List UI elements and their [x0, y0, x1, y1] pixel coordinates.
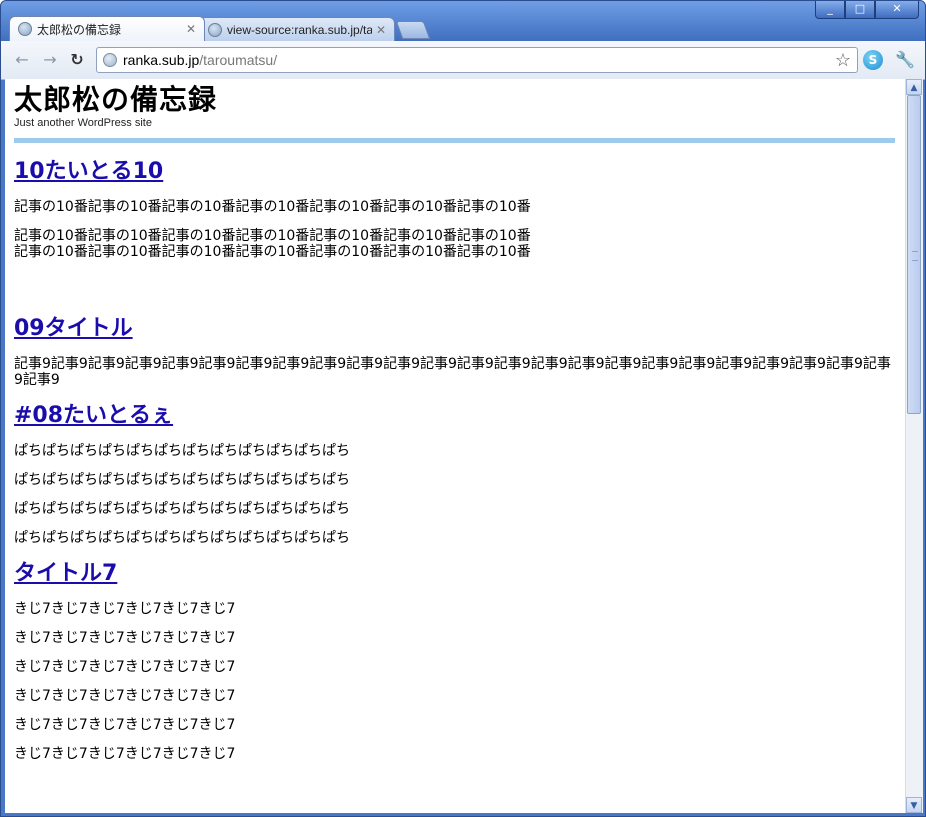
forward-arrow-icon[interactable]: →: [41, 51, 59, 69]
scroll-up-arrow-icon[interactable]: ▲: [906, 79, 922, 95]
site-title[interactable]: 太郎松の備忘録: [14, 83, 895, 117]
post-paragraph: きじ7きじ7きじ7きじ7きじ7きじ7: [14, 659, 236, 675]
site-description: Just another WordPress site: [14, 117, 152, 129]
wrench-menu-icon[interactable]: 🔧: [895, 50, 915, 70]
thumb-grip: [912, 251, 918, 261]
post-title-link[interactable]: 10たいとる10: [14, 159, 163, 184]
post-paragraph: ぱちぱちぱちぱちぱちぱちぱちぱちぱちぱちぱちぱち: [14, 501, 350, 517]
post-title: 10たいとる10: [14, 157, 895, 187]
scroll-thumb[interactable]: [907, 95, 921, 414]
bookmark-star-icon[interactable]: ☆: [835, 50, 851, 71]
post-title-link[interactable]: タイトル7: [14, 561, 117, 586]
post-title: #08たいとるぇ: [14, 401, 895, 431]
globe-icon: [18, 22, 32, 36]
post-title: タイトル7: [14, 559, 895, 589]
post-paragraph: ぱちぱちぱちぱちぱちぱちぱちぱちぱちぱちぱちぱち: [14, 530, 350, 546]
skype-extension-icon[interactable]: S: [863, 50, 883, 70]
globe-icon: [208, 22, 222, 37]
post-title: 09タイトル: [14, 314, 895, 344]
new-tab-button[interactable]: [395, 21, 431, 39]
url-path: /taroumatsu/: [199, 52, 278, 68]
title-bar: _ □ ✕ 太郎松の備忘録 ✕ view-source:ranka.sub.jp…: [1, 1, 925, 41]
post-07: タイトル7 きじ7きじ7きじ7きじ7きじ7きじ7 きじ7きじ7きじ7きじ7きじ7…: [14, 559, 895, 762]
post-10: 10たいとる10 記事の10番記事の10番記事の10番記事の10番記事の10番記…: [14, 157, 895, 260]
tab-close-icon[interactable]: ✕: [376, 23, 386, 37]
tab-view-source[interactable]: view-source:ranka.sub.jp/taro ✕: [199, 17, 395, 41]
page-viewport: 太郎松の備忘録 Just another WordPress site 10たい…: [5, 79, 905, 813]
post-paragraph: きじ7きじ7きじ7きじ7きじ7きじ7: [14, 601, 236, 617]
browser-window: _ □ ✕ 太郎松の備忘録 ✕ view-source:ranka.sub.jp…: [0, 0, 926, 817]
post-paragraph: 記事の10番記事の10番記事の10番記事の10番記事の10番記事の10番記事の1…: [14, 199, 531, 215]
page-content: 太郎松の備忘録 Just another WordPress site 10たい…: [5, 79, 905, 762]
post-08: #08たいとるぇ ぱちぱちぱちぱちぱちぱちぱちぱちぱちぱちぱちぱち ぱちぱちぱち…: [14, 401, 895, 546]
scroll-down-arrow-icon[interactable]: ▼: [906, 797, 922, 813]
post-09: 09タイトル 記事9記事9記事9記事9記事9記事9記事9記事9記事9記事9記事9…: [14, 314, 895, 388]
post-paragraph: きじ7きじ7きじ7きじ7きじ7きじ7: [14, 630, 236, 646]
vertical-scrollbar[interactable]: ▲ ▼: [905, 79, 923, 813]
back-arrow-icon[interactable]: ←: [13, 51, 31, 69]
post-paragraph: ぱちぱちぱちぱちぱちぱちぱちぱちぱちぱちぱちぱち: [14, 472, 350, 488]
maximize-button[interactable]: □: [845, 1, 875, 19]
site-globe-icon: [103, 53, 117, 67]
tab-label: 太郎松の備忘録: [37, 22, 122, 37]
post-paragraph: 記事9記事9記事9記事9記事9記事9記事9記事9記事9記事9記事9記事9記事9記…: [14, 356, 891, 388]
minimize-button[interactable]: _: [815, 1, 845, 19]
tab-label: view-source:ranka.sub.jp/taro: [227, 22, 372, 37]
tab-close-icon[interactable]: ✕: [186, 22, 196, 36]
header-divider: [14, 138, 895, 143]
post-paragraph: 記事の10番記事の10番記事の10番記事の10番記事の10番記事の10番記事の1…: [14, 228, 531, 260]
post-paragraph: きじ7きじ7きじ7きじ7きじ7きじ7: [14, 746, 236, 762]
post-paragraph: ぱちぱちぱちぱちぱちぱちぱちぱちぱちぱちぱちぱち: [14, 443, 350, 459]
close-window-button[interactable]: ✕: [875, 1, 919, 19]
post-paragraph: きじ7きじ7きじ7きじ7きじ7きじ7: [14, 688, 236, 704]
post-paragraph: きじ7きじ7きじ7きじ7きじ7きじ7: [14, 717, 236, 733]
url-host: ranka.sub.jp: [123, 52, 200, 68]
window-controls: _ □ ✕: [815, 1, 919, 19]
address-bar[interactable]: ranka.sub.jp/taroumatsu/ ☆: [96, 47, 858, 73]
post-title-link[interactable]: #08たいとるぇ: [14, 403, 173, 428]
post-title-link[interactable]: 09タイトル: [14, 316, 133, 341]
tab-taroumatsu[interactable]: 太郎松の備忘録 ✕: [9, 16, 205, 41]
tab-strip: 太郎松の備忘録 ✕ view-source:ranka.sub.jp/taro …: [9, 16, 431, 41]
reload-icon[interactable]: ↻: [68, 51, 86, 69]
browser-toolbar: ← → ↻ ranka.sub.jp/taroumatsu/ ☆ S 🔧: [1, 41, 925, 80]
